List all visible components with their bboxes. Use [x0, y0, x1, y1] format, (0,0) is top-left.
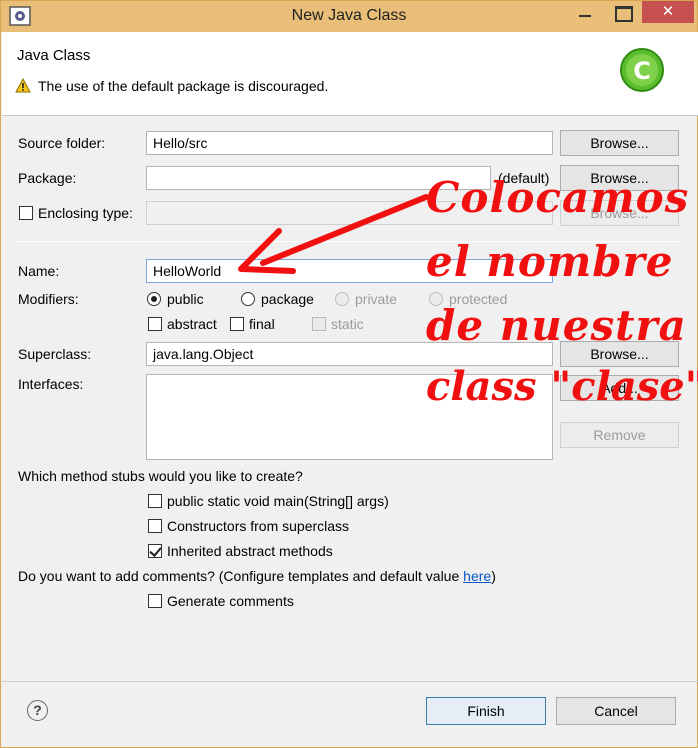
annotation-line-4: class "clase": [426, 363, 698, 410]
new-java-class-dialog: New Java Class ✕ Java Class The use of t…: [0, 0, 698, 748]
annotation-line-1: Colocamos: [426, 173, 690, 222]
annotation-line-3: de nuestra: [426, 301, 687, 350]
annotation-line-2: el nombre: [426, 237, 674, 286]
